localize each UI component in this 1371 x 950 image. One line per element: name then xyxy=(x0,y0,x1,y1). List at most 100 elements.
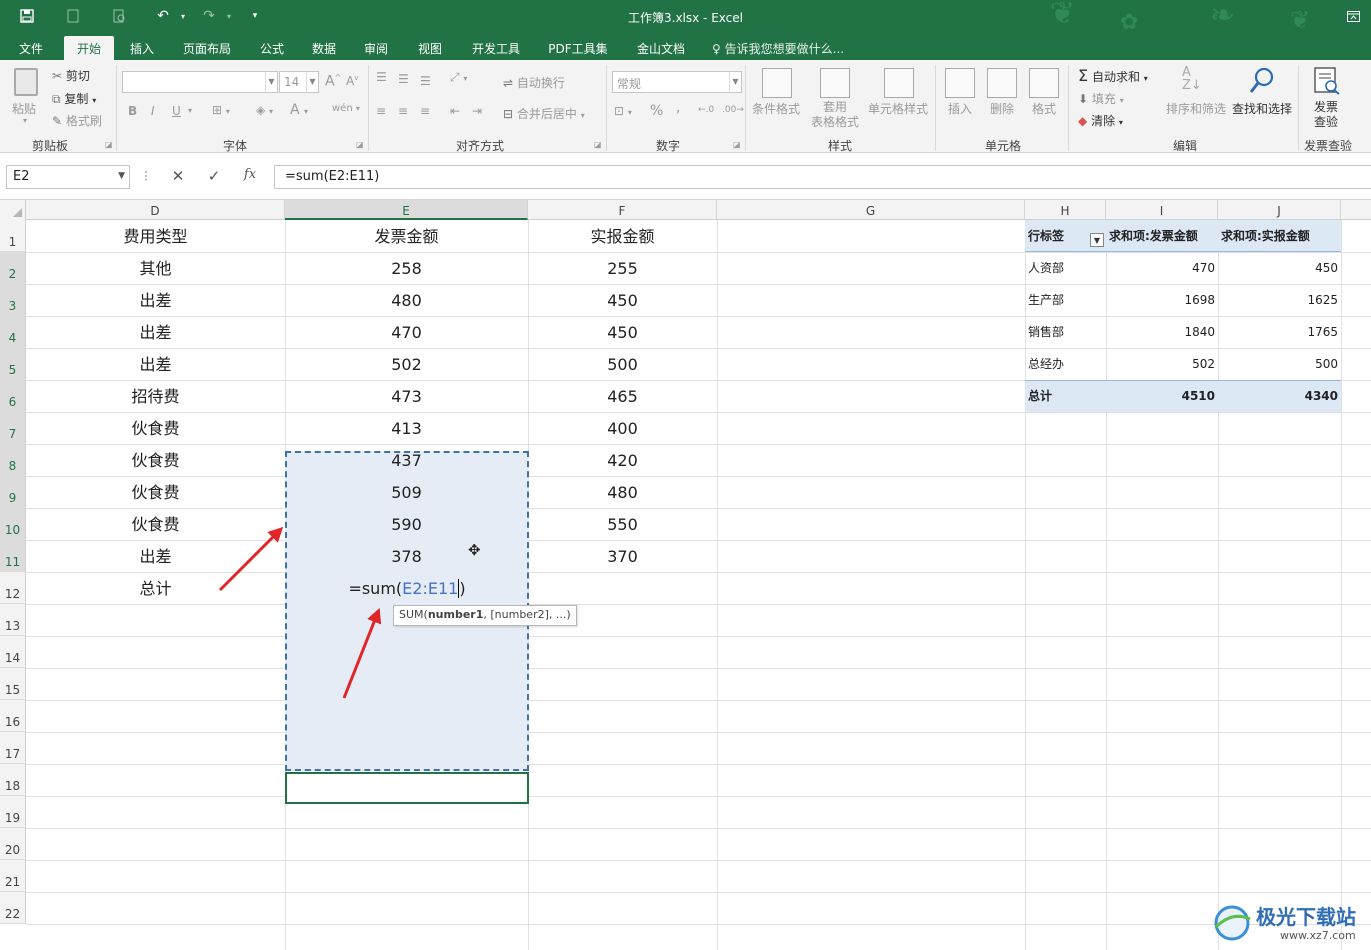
eraser-icon: ◆ xyxy=(1078,114,1088,128)
dialog-launcher-icon[interactable]: ◪ xyxy=(105,140,113,149)
magnifier-icon xyxy=(1249,67,1274,93)
cut-button[interactable]: ✂ 剪切 xyxy=(52,67,90,84)
conditional-format-label: 条件格式 xyxy=(752,102,801,116)
window-title: 工作簿3.xlsx - Excel xyxy=(628,11,743,25)
formula-bar: E2 ▼ ⁝ ✕ ✓ fx =sum(E2:E11) xyxy=(0,153,1371,200)
orientation-icon[interactable]: ⤢ ▾ xyxy=(450,70,467,85)
watermark-text: 极光下载站 xyxy=(1256,905,1356,929)
bold-button[interactable]: B xyxy=(128,104,137,118)
align-center-icon[interactable]: ≡ xyxy=(398,104,408,118)
merge-center-button[interactable]: ⊟ 合并后居中 ▾ xyxy=(503,105,585,122)
increase-indent-icon[interactable]: ⇥ xyxy=(472,104,482,118)
editing-group-label: 编辑 xyxy=(1172,139,1197,153)
invoice-check-button[interactable]: 发票 查验 xyxy=(1306,66,1350,132)
align-bottom-icon[interactable]: ☰ xyxy=(420,74,431,88)
copy-button[interactable]: ⧉ 复制 ▾ xyxy=(52,90,96,107)
fill-color-icon[interactable]: ◈ ▾ xyxy=(256,103,273,117)
font-size-select[interactable]: 14 ▼ xyxy=(279,71,319,93)
delete-cells-icon xyxy=(987,68,1017,98)
chevron-down-icon: ▼ xyxy=(729,72,741,92)
borders-icon[interactable]: ⊞ ▾ xyxy=(212,103,230,117)
cell-styles-label: 单元格样式 xyxy=(868,102,929,116)
tab-kingsoft-docs[interactable]: 金山文档 xyxy=(630,36,692,60)
format-cells-icon xyxy=(1029,68,1059,98)
grow-font-icon[interactable]: A^ xyxy=(325,73,341,90)
wrap-text-button[interactable]: ⇌ 自动换行 xyxy=(503,74,565,91)
alignment-group-label: 对齐方式 xyxy=(455,139,504,153)
fill-down-icon: ⬇ xyxy=(1078,92,1089,106)
chevron-down-icon: ▼ xyxy=(265,72,277,92)
increase-decimal-icon[interactable]: ←.0 xyxy=(698,105,714,115)
paste-dropdown-icon: ▾ xyxy=(23,116,28,125)
tab-review[interactable]: 审阅 xyxy=(356,36,396,60)
cancel-icon[interactable]: ✕ xyxy=(166,167,190,187)
paste-button[interactable]: 粘贴 ▾ xyxy=(10,66,44,130)
clipboard-icon xyxy=(14,68,38,96)
sigma-icon: Σ xyxy=(1078,66,1089,85)
autosum-button[interactable]: Σ 自动求和 ▾ xyxy=(1078,66,1148,85)
dialog-launcher-icon[interactable]: ◪ xyxy=(594,140,602,149)
tab-insert[interactable]: 插入 xyxy=(122,36,162,60)
delete-cells-label: 删除 xyxy=(990,102,1015,116)
table-icon xyxy=(820,68,850,98)
find-select-button[interactable]: 查找和选择 xyxy=(1230,66,1296,132)
font-color-icon[interactable]: A ▾ xyxy=(290,102,308,118)
red-arrow-to-range xyxy=(218,526,284,592)
cell-styles-button[interactable]: 单元格样式 xyxy=(866,66,930,132)
worksheet-grid: D E F G H I J 1 2 3 4 5 6 7 8 9 10 11 12 13 14 15 16 17 1… xyxy=(0,200,1371,950)
formula-input[interactable]: =sum(E2:E11) xyxy=(274,165,1371,189)
fill-button[interactable]: ⬇ 填充 ▾ xyxy=(1078,90,1124,107)
globe-logo-icon xyxy=(1214,905,1251,941)
tell-me-search[interactable]: ♀ 告诉我您想要做什么... xyxy=(712,40,844,57)
font-name-select[interactable]: ▼ xyxy=(122,71,278,93)
decrease-decimal-icon[interactable]: .00→ xyxy=(722,105,744,115)
decrease-indent-icon[interactable]: ⇤ xyxy=(450,104,460,118)
insert-function-button[interactable]: fx xyxy=(238,167,262,187)
tab-developer[interactable]: 开发工具 xyxy=(464,36,528,60)
insert-cells-button[interactable]: 插入 xyxy=(942,66,978,132)
percent-button[interactable]: % xyxy=(650,103,663,119)
shrink-font-icon[interactable]: Av xyxy=(346,74,358,88)
align-right-icon[interactable]: ≡ xyxy=(420,104,430,118)
watermark-url: www.xz7.com xyxy=(1280,929,1356,942)
delete-cells-button[interactable]: 删除 xyxy=(984,66,1020,132)
enter-icon[interactable]: ✓ xyxy=(202,167,226,187)
conditional-format-button[interactable]: 条件格式 xyxy=(750,66,804,132)
find-select-label: 查找和选择 xyxy=(1232,102,1293,116)
align-middle-icon[interactable]: ☰ xyxy=(398,72,409,86)
name-box[interactable]: E2 ▼ xyxy=(6,165,130,189)
dialog-launcher-icon[interactable]: ◪ xyxy=(733,140,741,149)
group-separator xyxy=(935,65,936,151)
align-top-icon[interactable]: ☰ xyxy=(376,70,387,84)
tab-pdf-tools[interactable]: PDF工具集 xyxy=(542,36,614,60)
tab-view[interactable]: 视图 xyxy=(410,36,450,60)
clear-button[interactable]: ◆ 清除 ▾ xyxy=(1078,112,1123,129)
chevron-down-icon: ▼ xyxy=(118,171,125,181)
tab-home[interactable]: 开始 xyxy=(64,36,114,60)
paste-label: 粘贴 xyxy=(12,102,37,116)
dialog-launcher-icon[interactable]: ◪ xyxy=(356,140,364,149)
sort-filter-button[interactable]: A Z↓ 排序和筛选 xyxy=(1166,66,1228,132)
format-cells-button[interactable]: 格式 xyxy=(1026,66,1062,132)
align-left-icon[interactable]: ≡ xyxy=(376,104,386,118)
ribbon-display-options-icon[interactable] xyxy=(1342,6,1364,26)
underline-dropdown-icon[interactable]: ▾ xyxy=(188,106,192,115)
tab-file[interactable]: 文件 xyxy=(12,36,50,60)
format-painter-button[interactable]: ✎ 格式刷 xyxy=(52,112,102,129)
number-group-label: 数字 xyxy=(655,139,680,153)
group-separator xyxy=(745,65,746,151)
italic-button[interactable]: I xyxy=(151,104,155,118)
number-format-select[interactable]: 常规 ▼ xyxy=(612,71,742,93)
annotation-arrows xyxy=(218,526,382,699)
phonetic-icon[interactable]: wén ▾ xyxy=(332,103,360,114)
underline-button[interactable]: U xyxy=(172,104,181,118)
comma-button[interactable]: , xyxy=(676,100,680,116)
tab-page-layout[interactable]: 页面布局 xyxy=(176,36,238,60)
tab-formulas[interactable]: 公式 xyxy=(252,36,292,60)
tab-data[interactable]: 数据 xyxy=(304,36,344,60)
watermark-logo: 极光下载站 www.xz7.com xyxy=(1210,895,1370,950)
chevron-down-icon: ▼ xyxy=(306,72,318,92)
format-as-table-button[interactable]: 套用 表格格式 xyxy=(806,66,864,132)
wrap-text-label: 自动换行 xyxy=(516,76,565,90)
accounting-format-icon[interactable]: ⊡ ▾ xyxy=(614,104,632,118)
